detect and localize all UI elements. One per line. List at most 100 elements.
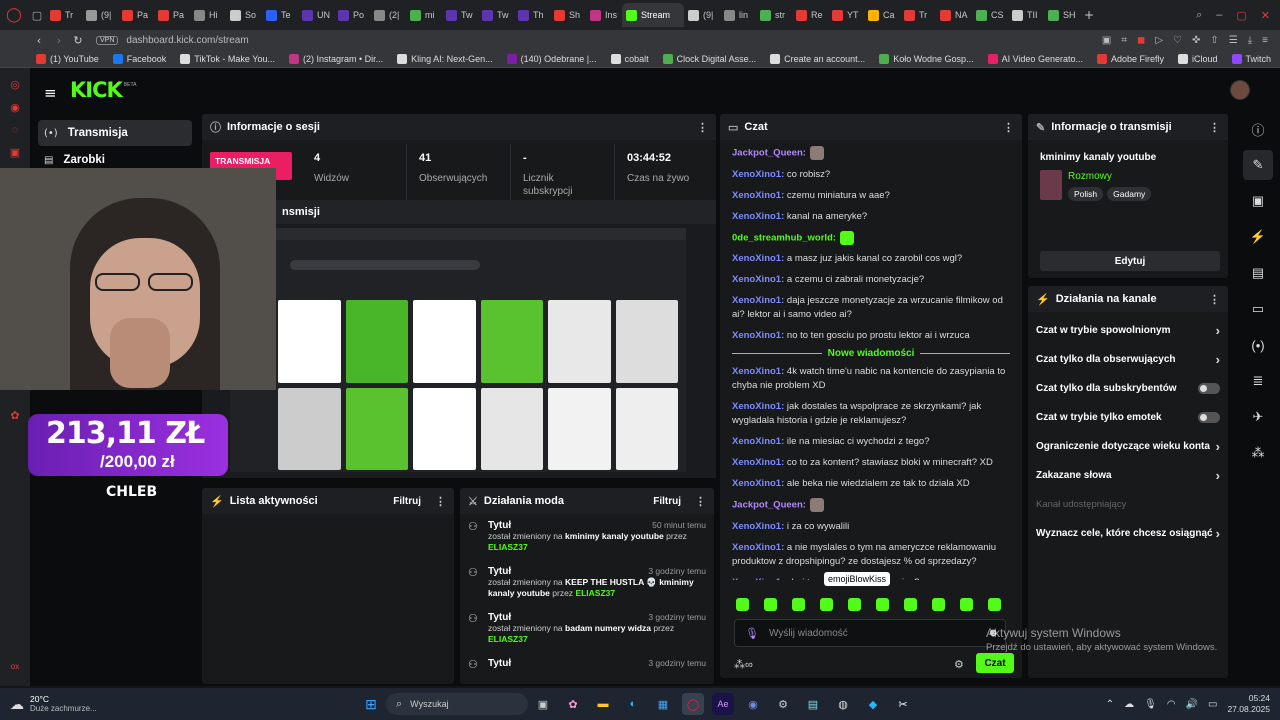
kebab-icon[interactable]: ⋮ xyxy=(1003,121,1014,134)
capcut-icon[interactable]: ✂ xyxy=(892,693,914,715)
more-icon[interactable]: ⁂ xyxy=(1243,438,1273,468)
chat-message[interactable]: Jackpot_Queen: xyxy=(732,146,1010,161)
chat-username[interactable]: XenoXino1: xyxy=(732,211,784,222)
play-icon[interactable]: ▷ xyxy=(1155,35,1163,46)
emote-button[interactable] xyxy=(820,598,833,611)
browser-tab[interactable]: NA xyxy=(936,3,972,27)
emote-button[interactable] xyxy=(764,598,777,611)
music-icon[interactable]: ▣ xyxy=(10,146,20,159)
edit-button[interactable]: Edytuj xyxy=(1040,251,1220,271)
hamburger-icon[interactable]: ≡ xyxy=(44,84,57,102)
share-icon[interactable]: ⇧ xyxy=(1210,35,1218,46)
bookmark-item[interactable]: (1) YouTube xyxy=(36,53,99,64)
emote-button[interactable] xyxy=(904,598,917,611)
tag-chip[interactable]: Polish xyxy=(1068,187,1104,201)
emote-button[interactable] xyxy=(988,598,1001,611)
toggle-switch[interactable] xyxy=(1198,383,1220,394)
chat-username[interactable]: Jackpot_Queen: xyxy=(732,500,806,511)
document-icon[interactable]: ▤ xyxy=(1243,258,1273,288)
clip-icon[interactable]: ▣ xyxy=(1243,186,1273,216)
chat-username[interactable]: XenoXino1: xyxy=(732,521,784,532)
opera-logo-icon[interactable]: ◯ xyxy=(0,7,28,23)
chat-message[interactable]: XenoXino1: kanal na ameryke? xyxy=(732,210,1010,224)
emote-button[interactable] xyxy=(736,598,749,611)
chat-username[interactable]: XenoXino1: xyxy=(732,274,784,285)
bookmark-item[interactable]: Clock Digital Asse... xyxy=(662,53,756,64)
edit-icon[interactable]: ✎ xyxy=(1243,150,1273,180)
browser-tab[interactable]: (2| xyxy=(370,3,406,27)
sidebar-more-icon[interactable]: ox xyxy=(11,662,19,671)
cloud-sync-icon[interactable]: ☁ xyxy=(1124,699,1134,710)
chat-message[interactable]: XenoXino1: a nie myslales o tym na amery… xyxy=(732,541,1010,569)
tab-menu-icon[interactable]: ▢ xyxy=(28,9,46,22)
bookmark-item[interactable]: TikTok - Make You... xyxy=(180,53,275,64)
emote-button[interactable] xyxy=(876,598,889,611)
extensions-icon[interactable]: ✜ xyxy=(1192,35,1200,46)
browser-tab[interactable]: Stream xyxy=(622,3,684,27)
browser-tab[interactable]: (9| xyxy=(684,3,720,27)
weather-widget[interactable]: ☁ 20°C Duże zachmurze... xyxy=(0,694,120,714)
emote-button[interactable] xyxy=(792,598,805,611)
storage-icon[interactable]: ≣ xyxy=(1243,366,1273,396)
wifi-icon[interactable]: ◠ xyxy=(1167,699,1176,710)
chat-icon[interactable]: ▭ xyxy=(1243,294,1273,324)
browser-tab[interactable]: Hi xyxy=(190,3,226,27)
chat-message[interactable]: Jackpot_Queen: xyxy=(732,498,1010,513)
emote-button[interactable] xyxy=(848,598,861,611)
bookmark-item[interactable]: (2) Instagram • Dir... xyxy=(288,53,383,64)
bookmark-item[interactable]: iCloud xyxy=(1178,53,1218,64)
broadcast-icon[interactable]: (•) xyxy=(1243,330,1273,360)
camera-icon[interactable]: ▣ xyxy=(1102,35,1111,46)
taskbar-search[interactable]: ⌕ Wyszukaj xyxy=(386,693,528,715)
start-icon[interactable]: ⊞ xyxy=(360,693,382,715)
chat-username[interactable]: XenoXino1: xyxy=(732,457,784,468)
bookmark-item[interactable]: AI Video Generato... xyxy=(987,53,1083,64)
forward-icon[interactable]: › xyxy=(50,34,68,47)
browser-tab[interactable]: Te xyxy=(262,3,298,27)
notepad-icon[interactable]: ▤ xyxy=(802,693,824,715)
channel-action-item[interactable]: Wyznacz cele, które chcesz osiągnąć › xyxy=(1028,519,1228,548)
nav-item-stream[interactable]: (•) Transmisja xyxy=(38,120,192,146)
bookmark-item[interactable]: Create an account... xyxy=(770,53,865,64)
channel-action-item[interactable]: Czat tylko dla obserwujących › xyxy=(1028,345,1228,374)
heart-icon[interactable]: ♡ xyxy=(1173,35,1182,46)
opera-taskbar-icon[interactable]: ◯ xyxy=(682,693,704,715)
browser-tab[interactable]: Tr xyxy=(900,3,936,27)
browser-tab[interactable]: TII xyxy=(1008,3,1044,27)
chat-message[interactable]: XenoXino1: ile na miesiac ci wychodzi z … xyxy=(732,435,1010,449)
chat-message[interactable]: XenoXino1: a czemu ci zabrali monetyzacj… xyxy=(732,273,1010,287)
back-icon[interactable]: ‹ xyxy=(28,34,50,47)
bookmark-item[interactable]: Koło Wodne Gosp... xyxy=(879,53,974,64)
browser-tab[interactable]: UN xyxy=(298,3,334,27)
channel-action-item[interactable]: Zakazane słowa › xyxy=(1028,461,1228,490)
chat-message[interactable]: XenoXino1: i za co wywalili xyxy=(732,520,1010,534)
emote-button[interactable] xyxy=(932,598,945,611)
info-icon[interactable]: ⓘ xyxy=(1243,114,1273,144)
reload-icon[interactable]: ↻ xyxy=(68,34,88,47)
chat-settings-icon[interactable]: ⁂∞ xyxy=(734,658,753,671)
mod-action-user[interactable]: ELIASZ37 xyxy=(488,634,528,644)
screenshot-icon[interactable]: ⌗ xyxy=(1121,35,1127,46)
browser-tab[interactable]: Tw xyxy=(442,3,478,27)
chat-username[interactable]: XenoXino1: xyxy=(732,436,784,447)
mod-filter-button[interactable]: Filtruj xyxy=(653,496,681,507)
close-icon[interactable]: ✕ xyxy=(1261,9,1270,22)
chat-username[interactable]: XenoXino1: xyxy=(732,542,784,553)
chat-username[interactable]: XenoXino1: xyxy=(732,366,784,377)
category-name[interactable]: Rozmowy xyxy=(1068,171,1112,182)
discord-icon[interactable]: ◉ xyxy=(742,693,764,715)
channel-action-item[interactable]: Czat tylko dla subskrybentów xyxy=(1028,374,1228,403)
toggle-switch[interactable] xyxy=(1198,412,1220,423)
chat-send-button[interactable]: Czat xyxy=(976,653,1014,673)
wrench-icon[interactable]: ✈ xyxy=(1243,402,1273,432)
chat-username[interactable]: 0de_streamhub_world: xyxy=(732,232,836,243)
chat-message[interactable]: XenoXino1: a masz juz jakis kanal co zar… xyxy=(732,252,1010,266)
browser-tab[interactable]: Po xyxy=(334,3,370,27)
vpn-badge[interactable]: VPN xyxy=(96,35,119,45)
browser-tab[interactable]: (9| xyxy=(82,3,118,27)
chat-username[interactable]: XenoXino1: xyxy=(732,295,784,306)
tray-chevron-icon[interactable]: ⌃ xyxy=(1106,699,1114,710)
channel-action-item[interactable]: Czat w trybie spowolnionym › xyxy=(1028,316,1228,345)
browser-tab[interactable]: Ca xyxy=(864,3,900,27)
chat-message[interactable]: 0de_streamhub_world: xyxy=(732,230,1010,246)
